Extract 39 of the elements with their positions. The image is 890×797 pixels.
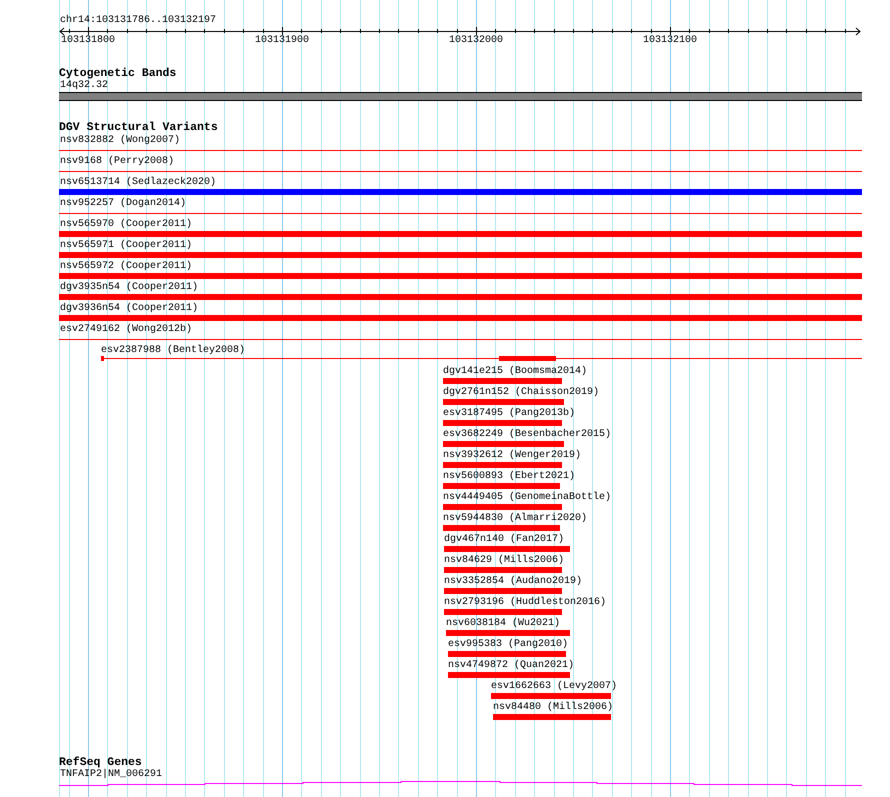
variant-label: nsv3352854 (Audano2019): [444, 576, 582, 588]
variant-label: nsv6513714 (Sedlazeck2020): [60, 177, 216, 189]
variant-label: dgv3935n54 (Cooper2011): [60, 282, 198, 294]
variant-label: nsv4449405 (GenomeinaBottle): [443, 492, 612, 504]
variant-label: nsv84480 (Mills2006): [493, 702, 614, 714]
variant-label: nsv84629 (Mills2006): [444, 555, 564, 567]
variant-label: esv3187495 (Pang2013b): [443, 408, 576, 420]
ruler-label: 103131800: [61, 36, 115, 46]
variant-label: esv995383 (Pang2010): [448, 639, 568, 651]
variant-label: nsv3932612 (Wenger2019): [443, 450, 582, 462]
variant-label: nsv565972 (Cooper2011): [60, 261, 192, 273]
variant-label: nsv4749872 (Quan2021): [448, 660, 574, 672]
variant-label: esv3682249 (Besenbacher2015): [443, 429, 612, 441]
variant-label: dgv3936n54 (Cooper2011): [60, 303, 198, 315]
variant-label: esv2749162 (Wong2012b): [60, 324, 192, 336]
variant-label: nsv5944830 (Almarri2020): [443, 513, 588, 525]
variant-label: nsv565970 (Cooper2011): [60, 219, 192, 231]
variant-label: esv2387988 (Bentley2008): [101, 345, 246, 357]
track-title: RefSeq Genes: [59, 757, 142, 769]
variant-label: esv1662663 (Levy2007): [491, 681, 618, 693]
ruler-label: 103132000: [449, 36, 503, 46]
variant-label: nsv9168 (Perry2008): [60, 156, 174, 168]
ruler-label: 103132100: [643, 36, 697, 46]
variant-label: dgv467n140 (Fan2017): [444, 534, 564, 546]
ruler-label: 103131900: [255, 36, 309, 46]
variant-bar: [499, 356, 556, 361]
variant-label: nsv565971 (Cooper2011): [60, 240, 192, 252]
gene-label: TNFAIP2|NM_006291: [60, 769, 162, 780]
track-title: DGV Structural Variants: [59, 122, 218, 134]
variant-label: nsv832882 (Wong2007): [60, 135, 180, 147]
track-title: Cytogenetic Bands: [59, 68, 176, 80]
band-label: 14q32.32: [60, 80, 108, 91]
variant-label: nsv5600893 (Ebert2021): [443, 471, 576, 483]
variant-label: nsv2793196 (Huddleston2016): [444, 597, 606, 609]
variant-label: dgv141e215 (Boomsma2014): [443, 366, 588, 378]
variant-label: dgv2761n152 (Chaisson2019): [443, 387, 600, 399]
ruler-title: chr14:103131786..103132197: [60, 16, 216, 26]
variant-label: nsv6038184 (Wu2021): [446, 618, 560, 630]
variant-label: nsv952257 (Dogan2014): [60, 198, 186, 210]
